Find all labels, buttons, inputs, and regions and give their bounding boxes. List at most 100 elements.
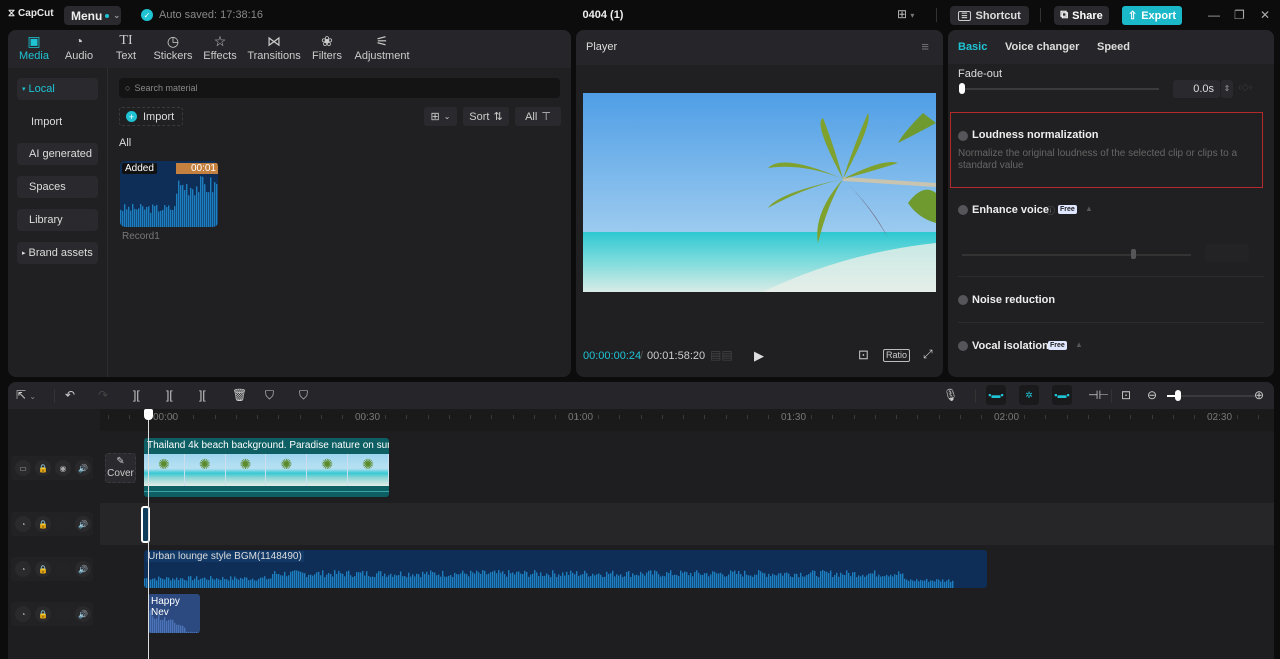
fade-out-value[interactable]: 0.0s bbox=[1173, 80, 1220, 98]
speaker-icon[interactable]: 🔊 bbox=[75, 561, 91, 577]
enhance-voice-checkbox[interactable] bbox=[958, 205, 968, 215]
sort-button[interactable]: Sort ⇅ bbox=[463, 107, 509, 126]
fullscreen-icon[interactable]: ⤢ bbox=[923, 347, 933, 362]
view-mode-button[interactable]: ⊞ ⌄ bbox=[424, 107, 457, 126]
sidebar-item-import[interactable]: Import bbox=[17, 111, 98, 133]
ratio-button[interactable]: Ratio bbox=[883, 349, 911, 362]
sidebar-item-local[interactable]: ▾ Local bbox=[17, 78, 98, 100]
split-icon[interactable]: ][ bbox=[133, 388, 140, 402]
close-button[interactable]: ✕ bbox=[1260, 8, 1270, 22]
tab-speed[interactable]: Speed bbox=[1097, 41, 1130, 53]
redo-icon[interactable]: ↷ bbox=[98, 388, 108, 402]
auto-snap-icon[interactable]: ✲ bbox=[1019, 385, 1039, 405]
waveform-bar bbox=[632, 573, 634, 588]
split-left-icon[interactable]: ][ bbox=[166, 388, 173, 402]
sidebar-item-ai-generated[interactable]: AI generated bbox=[17, 143, 98, 165]
tab-adjustment[interactable]: ⚟ Adjustment bbox=[354, 32, 410, 66]
slider-handle[interactable] bbox=[1174, 390, 1181, 401]
speaker-icon[interactable]: 🔊 bbox=[75, 606, 91, 622]
noise-reduction-checkbox[interactable] bbox=[958, 295, 968, 305]
waveform-bar bbox=[680, 570, 682, 588]
lock-icon[interactable]: 🔒 bbox=[35, 516, 51, 532]
keyframe-icon[interactable]: ‹◇› bbox=[1238, 82, 1252, 93]
media-item[interactable]: 00:01 Added bbox=[120, 161, 218, 227]
caret-right-icon: ▸ bbox=[22, 250, 26, 257]
tab-audio[interactable]: ◔ Audio bbox=[53, 32, 105, 66]
waveform-bar bbox=[246, 577, 248, 588]
zoom-out-icon[interactable]: ⊖ bbox=[1147, 388, 1157, 402]
intensity-slider[interactable] bbox=[962, 254, 1191, 256]
tab-transitions[interactable]: ⋈ Transitions bbox=[247, 32, 300, 66]
play-button[interactable]: ▶ bbox=[754, 348, 764, 364]
divider bbox=[975, 389, 976, 403]
video-clip[interactable]: Thailand 4k beach background. Paradise n… bbox=[144, 438, 389, 497]
slider-handle[interactable] bbox=[1130, 249, 1136, 259]
minimize-button[interactable]: — bbox=[1208, 8, 1220, 22]
waveform-bar bbox=[194, 632, 196, 633]
waveform-bar bbox=[318, 571, 320, 588]
split-preview-icon[interactable]: ⊣⊢ bbox=[1088, 388, 1109, 402]
sidebar-item-brand-assets[interactable]: ▸ Brand assets bbox=[17, 242, 98, 264]
menu-icon[interactable]: ≡ bbox=[921, 39, 929, 54]
playhead[interactable] bbox=[148, 409, 149, 659]
time-ruler[interactable] bbox=[100, 409, 1274, 431]
lock-icon[interactable]: 🔒 bbox=[35, 460, 51, 476]
collapse-icon[interactable]: ▲ bbox=[1085, 204, 1093, 213]
loudness-checkbox[interactable] bbox=[958, 131, 968, 141]
waveform-bar bbox=[902, 573, 904, 588]
waveform-bar bbox=[240, 577, 242, 588]
tab-stickers[interactable]: ◷ Stickers bbox=[147, 32, 199, 66]
tab-text[interactable]: TI Text bbox=[100, 32, 152, 66]
link-icon[interactable]: ▪▬▪ bbox=[1052, 385, 1072, 405]
waveform-bar bbox=[160, 210, 162, 227]
playhead-handle[interactable] bbox=[144, 409, 153, 420]
select-tool-icon[interactable]: ⇱ ⌄ bbox=[16, 388, 36, 402]
menu-button[interactable]: Menu ⌄ bbox=[64, 6, 121, 25]
tab-basic[interactable]: Basic bbox=[958, 41, 987, 53]
tab-voice-changer[interactable]: Voice changer bbox=[1005, 41, 1079, 53]
main-track-magnet-icon[interactable]: ▪▬▪ bbox=[986, 385, 1006, 405]
microphone-icon[interactable]: 🎙 bbox=[943, 388, 958, 402]
audio-clip[interactable]: Happy Nev bbox=[148, 594, 200, 633]
collapse-icon[interactable]: ▲ bbox=[1075, 340, 1083, 349]
export-button[interactable]: ⇧ Export bbox=[1122, 6, 1182, 25]
clip-title: Urban lounge style BGM(1148490) bbox=[146, 551, 304, 562]
fade-out-slider[interactable] bbox=[962, 88, 1159, 90]
search-input[interactable]: ○ Search material bbox=[119, 78, 560, 98]
stepper-icon[interactable]: ⇕ bbox=[1221, 80, 1233, 98]
split-right-icon[interactable]: ][ bbox=[199, 388, 206, 402]
shortcut-button[interactable]: ☰ Shortcut bbox=[950, 6, 1029, 25]
marker-add-icon[interactable]: ⛉ bbox=[265, 388, 274, 403]
speaker-icon[interactable]: 🔊 bbox=[75, 516, 91, 532]
tab-filters[interactable]: ❀ Filters bbox=[301, 32, 353, 66]
cover-button[interactable]: ✎ Cover bbox=[105, 453, 136, 483]
tab-effects[interactable]: ☆ Effects bbox=[194, 32, 246, 66]
eye-icon[interactable]: ◉ bbox=[55, 460, 71, 476]
waveform-bar bbox=[256, 580, 258, 588]
layout-button[interactable]: ⊞ ▾ bbox=[897, 7, 914, 21]
restore-button[interactable]: ❐ bbox=[1234, 8, 1245, 22]
waveform-bar bbox=[364, 575, 366, 588]
video-preview[interactable] bbox=[583, 93, 936, 292]
loudness-title: Loudness normalization bbox=[972, 129, 1099, 141]
lock-icon[interactable]: 🔒 bbox=[35, 561, 51, 577]
undo-icon[interactable]: ↶ bbox=[65, 388, 75, 402]
bgm-clip[interactable]: Urban lounge style BGM(1148490) bbox=[144, 550, 987, 588]
sidebar-item-spaces[interactable]: Spaces bbox=[17, 176, 98, 198]
help-icon[interactable]: ⓘ bbox=[1046, 204, 1055, 217]
sidebar-item-library[interactable]: Library bbox=[17, 209, 98, 231]
delete-icon[interactable]: 🗑 bbox=[232, 388, 247, 402]
marker-icon[interactable]: ⛉ bbox=[299, 388, 308, 403]
zoom-preview-icon[interactable]: ⊡ bbox=[858, 347, 869, 363]
zoom-in-icon[interactable]: ⊕ bbox=[1254, 388, 1264, 402]
speaker-icon[interactable]: 🔊 bbox=[75, 460, 91, 476]
import-button[interactable]: + Import bbox=[119, 107, 183, 126]
waveform-bar bbox=[610, 573, 612, 588]
vocal-isolation-checkbox[interactable] bbox=[958, 341, 968, 351]
lock-icon[interactable]: 🔒 bbox=[35, 606, 51, 622]
slider-handle[interactable] bbox=[959, 83, 965, 94]
preview-axis-icon[interactable]: ⊡ bbox=[1121, 388, 1131, 402]
share-button[interactable]: ⧉ Share bbox=[1054, 6, 1109, 25]
intensity-value[interactable] bbox=[1205, 244, 1249, 262]
filter-button[interactable]: All ⊤ bbox=[515, 107, 561, 126]
